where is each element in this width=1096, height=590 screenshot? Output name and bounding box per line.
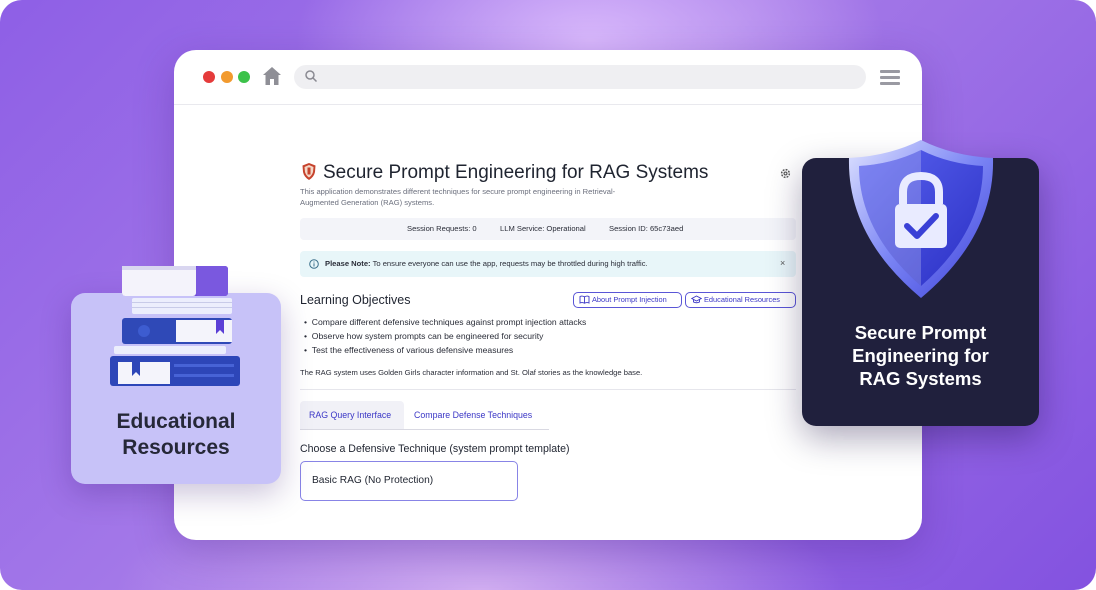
session-requests: Session Requests: 0 [407, 224, 477, 233]
security-shield-icon [848, 140, 994, 298]
notice-label: Please Note: [325, 259, 371, 268]
tab-rag-query-interface[interactable]: RAG Query Interface [300, 401, 404, 429]
educational-resources-label: Educational Resources [704, 295, 781, 304]
session-id: Session ID: 65c73aed [609, 224, 684, 233]
list-item: • Test the effectiveness of various defe… [304, 345, 514, 355]
llm-service-status: LLM Service: Operational [500, 224, 586, 233]
gear-icon[interactable] [780, 168, 791, 179]
search-icon [305, 70, 318, 83]
maximize-window-dot[interactable] [238, 71, 250, 83]
about-prompt-injection-button[interactable]: About Prompt Injection [573, 292, 682, 308]
list-item: • Compare different defensive techniques… [304, 317, 587, 327]
interface-tabs: RAG Query Interface Compare Defense Tech… [300, 401, 549, 430]
knowledge-base-note: The RAG system uses Golden Girls charact… [300, 368, 643, 377]
learning-objectives-heading: Learning Objectives [300, 293, 411, 307]
technique-label: Choose a Defensive Technique (system pro… [300, 443, 570, 455]
shield-icon [302, 163, 316, 180]
promo-background: Secure Prompt Engineering for RAG System… [0, 0, 1096, 590]
books-stack-icon [110, 266, 240, 386]
close-notice-button[interactable]: × [780, 258, 785, 268]
notice-message: Please Note: To ensure everyone can use … [325, 259, 648, 268]
book-icon [579, 295, 590, 304]
secure-prompt-card-title: Secure Prompt Engineering for RAG System… [852, 322, 989, 389]
info-icon [309, 259, 319, 269]
notice-text: To ensure everyone can use the app, requ… [370, 259, 648, 268]
graduation-cap-icon [691, 295, 702, 304]
technique-select[interactable]: Basic RAG (No Protection) [300, 461, 518, 501]
page-title: Secure Prompt Engineering for RAG System… [323, 162, 709, 183]
throttle-notice: Please Note: To ensure everyone can use … [300, 251, 796, 277]
close-window-dot[interactable] [203, 71, 215, 83]
address-bar[interactable] [294, 65, 866, 89]
technique-selected-value: Basic RAG (No Protection) [312, 475, 434, 486]
status-bar: Session Requests: 0 LLM Service: Operati… [300, 218, 796, 240]
list-item: • Observe how system prompts can be engi… [304, 331, 544, 341]
educational-resources-button[interactable]: Educational Resources [685, 292, 796, 308]
about-prompt-injection-label: About Prompt Injection [592, 295, 667, 304]
app-description: This application demonstrates different … [300, 187, 616, 207]
hamburger-menu-icon[interactable] [880, 70, 900, 85]
home-icon[interactable] [262, 65, 282, 87]
browser-toolbar [174, 50, 922, 105]
title-row: Secure Prompt Engineering for RAG System… [300, 156, 796, 186]
divider [300, 389, 796, 390]
educational-resources-card-title: Educational Resources [116, 410, 236, 459]
minimize-window-dot[interactable] [221, 71, 233, 83]
